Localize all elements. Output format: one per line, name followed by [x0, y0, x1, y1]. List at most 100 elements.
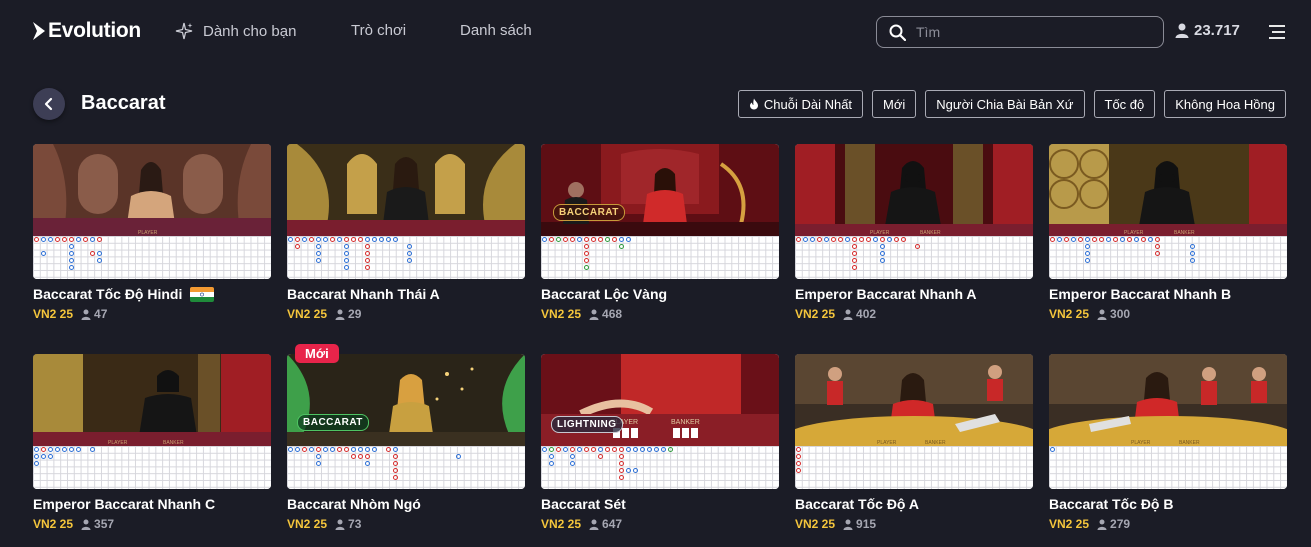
game-title[interactable]: Baccarat Tốc Độ Hindi [33, 286, 215, 302]
game-title[interactable]: Baccarat Tốc Độ B [1049, 496, 1173, 512]
game-title[interactable]: Baccarat Lộc Vàng [541, 286, 667, 302]
game-meta: VN2 25 29 [287, 307, 361, 321]
nav-games[interactable]: Trò chơi [351, 22, 406, 39]
dealer-scene-image [287, 354, 525, 446]
game-card[interactable]: BACCARAT Baccarat Lộc Vàng VN2 25 468 [541, 144, 779, 354]
search-box[interactable] [876, 16, 1164, 48]
road-marker [549, 237, 554, 242]
game-card[interactable]: PLAYER BANKER Baccarat Tốc Độ A VN2 25 9… [795, 354, 1033, 547]
nav-lists[interactable]: Danh sách [460, 22, 532, 39]
game-name: Baccarat Sét [541, 496, 626, 512]
bet-limit: VN2 25 [1049, 307, 1090, 321]
bead-road [795, 236, 1033, 279]
game-thumbnail[interactable]: PLAYER BANKER [1049, 354, 1287, 489]
road-marker [302, 447, 307, 452]
filter-new[interactable]: Mới [872, 90, 917, 118]
dealer-scene-image: PLAYER BANKER [1049, 354, 1287, 446]
game-card[interactable]: PLAYER BANKER Baccarat Tốc Độ B VN2 25 2… [1049, 354, 1287, 547]
game-thumbnail[interactable]: PLAYER BANKER [795, 144, 1033, 279]
road-marker [407, 258, 412, 263]
road-marker [584, 258, 589, 263]
road-marker [288, 237, 293, 242]
road-marker [1085, 258, 1090, 263]
game-card[interactable]: PLAYER BANKER [795, 144, 1033, 354]
game-thumbnail[interactable] [287, 144, 525, 279]
search-input[interactable] [916, 24, 1146, 40]
bead-road [541, 446, 779, 489]
game-title[interactable]: Emperor Baccarat Nhanh A [795, 286, 977, 302]
filter-longest-streak[interactable]: Chuỗi Dài Nhất [737, 90, 864, 118]
dealer-scene-image: PLAYER BANKER [795, 144, 1033, 236]
filter-no-commission[interactable]: Không Hoa Hồng [1164, 90, 1286, 118]
bead-road [1049, 236, 1287, 279]
bet-limit: VN2 25 [541, 307, 582, 321]
game-thumbnail[interactable]: BACCARAT [287, 354, 525, 489]
game-title[interactable]: Emperor Baccarat Nhanh B [1049, 286, 1231, 302]
player-count-value: 279 [1110, 517, 1131, 531]
filter-native-dealer[interactable]: Người Chia Bài Bản Xứ [925, 90, 1085, 118]
road-marker [97, 251, 102, 256]
road-marker [619, 447, 624, 452]
user-icon [81, 309, 91, 320]
game-name: Baccarat Tốc Độ A [795, 496, 919, 512]
road-marker [915, 244, 920, 249]
game-logo-overlay: BACCARAT [553, 204, 625, 221]
road-marker [69, 447, 74, 452]
road-marker [852, 237, 857, 242]
road-marker [316, 237, 321, 242]
road-marker [577, 237, 582, 242]
game-thumbnail[interactable]: PLAYER BANKER [33, 354, 271, 489]
road-marker [633, 447, 638, 452]
road-marker [69, 244, 74, 249]
game-card[interactable]: PLAYER BANKER [1049, 144, 1287, 354]
bead-road [33, 236, 271, 279]
road-marker [1155, 244, 1160, 249]
road-marker [344, 447, 349, 452]
road-marker [880, 237, 885, 242]
menu-icon[interactable] [1268, 24, 1286, 40]
road-marker [880, 251, 885, 256]
game-thumbnail[interactable]: PLAYER BANKER [795, 354, 1033, 489]
road-marker [302, 237, 307, 242]
india-flag-icon [190, 286, 215, 302]
player-count: 279 [1097, 517, 1130, 531]
player-count: 915 [843, 517, 876, 531]
game-thumbnail[interactable]: PLAYER BANKER [1049, 144, 1287, 279]
game-card[interactable]: PLAYER BANKER Emperor Baccarat Nhanh C V… [33, 354, 271, 547]
road-marker [584, 251, 589, 256]
game-name: Baccarat Lộc Vàng [541, 286, 668, 302]
nav-for-you[interactable]: Dành cho bạn [175, 22, 296, 40]
road-marker [563, 237, 568, 242]
filter-speed[interactable]: Tốc độ [1093, 90, 1156, 118]
road-marker [97, 237, 102, 242]
road-marker [69, 251, 74, 256]
back-button[interactable] [33, 88, 65, 120]
game-title[interactable]: Baccarat Tốc Độ A [795, 496, 919, 512]
road-marker [365, 447, 370, 452]
game-title[interactable]: Emperor Baccarat Nhanh C [33, 496, 215, 512]
user-icon [589, 309, 599, 320]
dealer-scene-image: PLAYER BANKER [795, 354, 1033, 446]
bet-limit: VN2 25 [287, 517, 328, 531]
road-marker [365, 244, 370, 249]
evolution-logo[interactable]: Evolution [32, 19, 141, 43]
road-marker [598, 454, 603, 459]
game-card[interactable]: Baccarat Nhanh Thái A VN2 25 29 [287, 144, 525, 354]
game-thumbnail[interactable]: PLAYER [33, 144, 271, 279]
road-marker [817, 237, 822, 242]
road-marker [549, 454, 554, 459]
road-marker [1155, 237, 1160, 242]
road-marker [845, 237, 850, 242]
game-title[interactable]: Baccarat Nhanh Thái A [287, 286, 440, 302]
game-name: Emperor Baccarat Nhanh B [1049, 286, 1232, 302]
road-marker [309, 447, 314, 452]
game-card[interactable]: PLAYER Baccarat Tốc Độ Hindi VN2 25 47 [33, 144, 271, 354]
road-marker [365, 237, 370, 242]
game-title[interactable]: Baccarat Nhòm Ngó [287, 496, 421, 512]
game-thumbnail[interactable]: BACCARAT [541, 144, 779, 279]
game-card[interactable]: PLAYER BANKER LIGHTNING Baccarat Sét VN2… [541, 354, 779, 547]
game-title[interactable]: Baccarat Sét [541, 496, 626, 512]
road-marker [1071, 237, 1076, 242]
game-thumbnail[interactable]: PLAYER BANKER LIGHTNING [541, 354, 779, 489]
game-card[interactable]: Mới BACCARAT Baccarat Nhòm Ngó VN2 25 73 [287, 344, 525, 547]
